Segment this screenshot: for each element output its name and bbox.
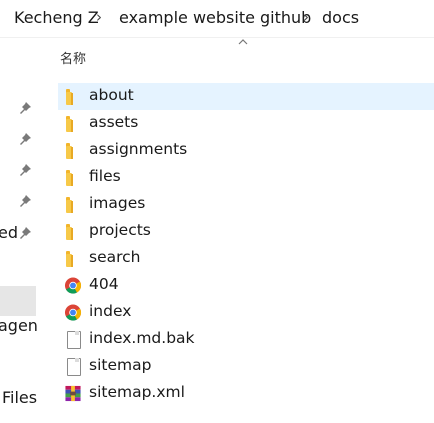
- file-row[interactable]: assignments: [58, 137, 434, 164]
- folder-icon: [64, 250, 82, 267]
- folder-icon: [64, 223, 82, 240]
- chrome-icon: [64, 277, 82, 294]
- nav-item-label[interactable]: agen: [0, 316, 38, 335]
- file-row[interactable]: sitemap.xml: [58, 380, 434, 407]
- file-name: sitemap.xml: [89, 383, 185, 401]
- file-name: projects: [89, 221, 151, 239]
- file-row[interactable]: assets: [58, 110, 434, 137]
- breadcrumb: Kecheng Z › example website github › doc…: [0, 0, 434, 36]
- folder-icon: [64, 115, 82, 132]
- breadcrumb-separator[interactable]: ›: [303, 8, 309, 26]
- file-name: search: [89, 248, 141, 266]
- file-row[interactable]: sitemap: [58, 353, 434, 380]
- breadcrumb-separator[interactable]: ›: [96, 8, 102, 26]
- breadcrumb-item-example-website[interactable]: example website github: [119, 8, 311, 27]
- file-row[interactable]: 404: [58, 272, 434, 299]
- file-row[interactable]: images: [58, 191, 434, 218]
- file-name: assets: [89, 113, 139, 131]
- file-row[interactable]: projects: [58, 218, 434, 245]
- file-name: index: [89, 302, 132, 320]
- sort-ascending-icon: [238, 39, 248, 45]
- breadcrumb-item-docs[interactable]: docs: [322, 8, 359, 27]
- file-row[interactable]: files: [58, 164, 434, 191]
- nav-item-label[interactable]: Files: [2, 388, 37, 407]
- navigation-pane: ed agen Files: [0, 38, 38, 423]
- file-name: 404: [89, 275, 119, 293]
- column-header-name[interactable]: 名称: [60, 48, 86, 67]
- folder-icon: [64, 142, 82, 159]
- pin-icon[interactable]: [18, 194, 32, 208]
- file-name: files: [89, 167, 121, 185]
- file-name: images: [89, 194, 146, 212]
- file-row[interactable]: search: [58, 245, 434, 272]
- pin-icon[interactable]: [18, 163, 32, 177]
- file-name: sitemap: [89, 356, 152, 374]
- file-row[interactable]: about: [58, 83, 434, 110]
- folder-icon: [64, 196, 82, 213]
- nav-item-label[interactable]: ed: [0, 223, 18, 242]
- folder-icon: [64, 169, 82, 186]
- file-row[interactable]: index.md.bak: [58, 326, 434, 353]
- chrome-icon: [64, 304, 82, 321]
- file-name: assignments: [89, 140, 188, 158]
- toolbar-divider: [0, 37, 434, 38]
- file-row[interactable]: index: [58, 299, 434, 326]
- file-name: index.md.bak: [89, 329, 195, 347]
- nav-item-selected[interactable]: [0, 286, 36, 316]
- pin-icon[interactable]: [18, 101, 32, 115]
- pin-icon[interactable]: [18, 226, 32, 240]
- pin-icon[interactable]: [18, 132, 32, 146]
- archive-icon: [65, 385, 81, 402]
- file-icon: [64, 358, 82, 376]
- breadcrumb-item-kecheng[interactable]: Kecheng Z: [14, 8, 99, 27]
- folder-icon: [64, 88, 82, 105]
- file-icon: [64, 331, 82, 349]
- file-name: about: [89, 86, 134, 104]
